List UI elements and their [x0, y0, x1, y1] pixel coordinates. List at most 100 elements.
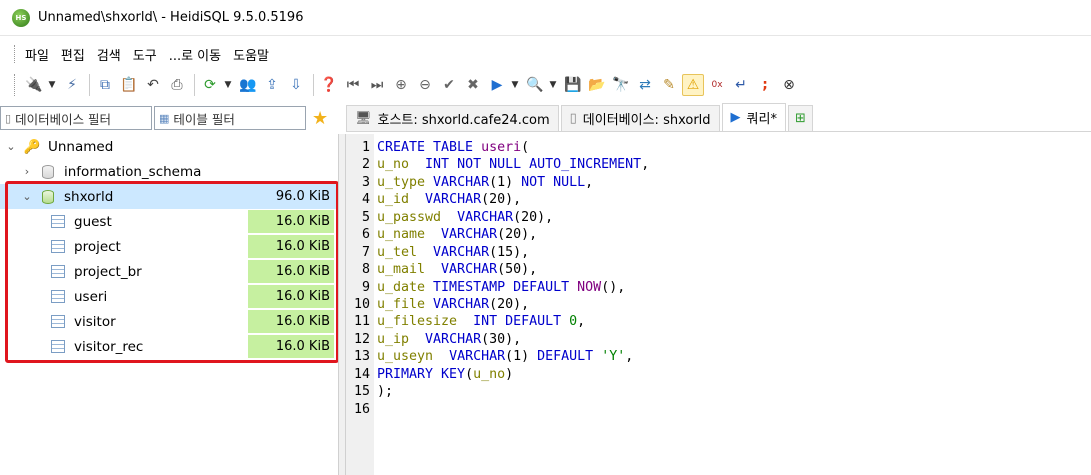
binoculars-icon[interactable]: 🔭 [610, 74, 632, 96]
remove-icon[interactable]: ⊖ [414, 74, 436, 96]
table-size: 16.0 KiB [248, 310, 334, 333]
tree-node-table[interactable]: guest 16.0 KiB [0, 209, 338, 234]
refresh-icon[interactable]: ⟳ [199, 74, 221, 96]
query-editor[interactable]: 1 CREATE TABLE useri(2 u_no INT NOT NULL A… [346, 134, 1091, 475]
tab-database[interactable]: ▯ 데이터베이스: shxorld [560, 105, 720, 131]
code-line[interactable]: 7 u_tel VARCHAR(15), [346, 244, 1091, 261]
tree-node-root[interactable]: ⌄ 🔑 Unnamed [0, 134, 338, 159]
code-token: u_filesize [377, 314, 474, 330]
connect-icon[interactable]: 🔌 [23, 74, 45, 96]
cancel-icon[interactable]: ✖ [462, 74, 484, 96]
stop-icon[interactable]: ⊗ [778, 74, 800, 96]
code-line[interactable]: 10 u_file VARCHAR(20), [346, 296, 1091, 313]
menu-bar: 파일 편집 검색 도구 ...로 이동 도움말 [0, 42, 1091, 66]
tree-node-shxorld[interactable]: ⌄ shxorld 96.0 KiB [0, 184, 338, 209]
code-token: ( [521, 140, 530, 155]
hex-icon[interactable]: 0x [706, 74, 728, 96]
database-filter-input[interactable]: ▯ 데이터베이스 필터 [0, 106, 152, 130]
explain-icon[interactable]: 🔍 [524, 74, 546, 96]
wrap-icon[interactable]: ↵ [730, 74, 752, 96]
user-manager-icon[interactable]: 👥 [237, 74, 259, 96]
check-icon[interactable]: ✔ [438, 74, 460, 96]
toolbar-grip[interactable] [14, 74, 17, 96]
code-token: u_ip [377, 331, 426, 347]
code-line[interactable]: 5 u_passwd VARCHAR(20), [346, 209, 1091, 226]
table-filter-input[interactable]: ▦ 테이블 필터 [154, 106, 306, 130]
code-line[interactable]: 16 [346, 401, 1091, 418]
tree-node-information-schema[interactable]: › information_schema [0, 159, 338, 184]
add-icon[interactable]: ⊕ [390, 74, 412, 96]
code-token: u_type [377, 174, 434, 190]
menu-tools[interactable]: 도구 [133, 45, 157, 64]
menu-file[interactable]: 파일 [25, 45, 49, 64]
tab-new-query[interactable]: ⊞ [787, 105, 813, 131]
code-line[interactable]: 9 u_date TIMESTAMP DEFAULT NOW(), [346, 279, 1091, 296]
favorite-star-icon[interactable]: ★ [312, 108, 328, 129]
import-icon[interactable]: ⇩ [285, 74, 307, 96]
line-number: 13 [353, 349, 370, 365]
menu-search[interactable]: 검색 [97, 45, 121, 64]
line-number: 11 [353, 314, 370, 330]
disconnect-icon[interactable]: ⚡ [61, 74, 83, 96]
explain-dropdown-icon[interactable]: ▼ [548, 80, 558, 90]
line-number: 9 [361, 279, 370, 295]
connect-dropdown-icon[interactable]: ▼ [47, 80, 57, 90]
format-icon[interactable]: ✎ [658, 74, 680, 96]
code-line[interactable]: 12 u_ip VARCHAR(30), [346, 331, 1091, 348]
code-token: (1) [505, 349, 538, 365]
run-dropdown-icon[interactable]: ▼ [510, 80, 520, 90]
code-text: u_ip VARCHAR(30), [372, 331, 521, 348]
panel-splitter[interactable] [338, 134, 346, 475]
code-line[interactable]: 15); [346, 383, 1091, 400]
first-icon[interactable]: ⏮ [342, 74, 364, 96]
code-line[interactable]: 1 CREATE TABLE useri( [346, 139, 1091, 156]
sql-code[interactable]: 1 CREATE TABLE useri(2 u_no INT NOT NULL A… [346, 139, 1091, 418]
code-text: ); [372, 383, 393, 400]
code-token: (20), [497, 227, 538, 243]
tab-query[interactable]: ▶ 쿼리* [721, 103, 786, 131]
code-line[interactable]: 3 u_type VARCHAR(1) NOT NULL, [346, 174, 1091, 191]
table-icon [50, 314, 66, 330]
last-icon[interactable]: ⏭ [366, 74, 388, 96]
load-icon[interactable]: 📂 [586, 74, 608, 96]
menu-goto[interactable]: ...로 이동 [169, 45, 221, 64]
code-line[interactable]: 11 u_filesize INT DEFAULT 0, [346, 313, 1091, 330]
menu-edit[interactable]: 편집 [61, 45, 85, 64]
database-icon [40, 164, 56, 180]
code-line[interactable]: 4 u_id VARCHAR(20), [346, 191, 1091, 208]
warning-icon[interactable]: ⚠ [682, 74, 704, 96]
chevron-down-icon[interactable]: ⌄ [20, 190, 34, 203]
code-token: ) [505, 366, 514, 382]
help-icon[interactable]: ❓ [318, 74, 340, 96]
code-line[interactable]: 6 u_name VARCHAR(20), [346, 226, 1091, 243]
code-line[interactable]: 14 PRIMARY KEY(u_no) [346, 366, 1091, 383]
chevron-right-icon[interactable]: › [20, 165, 34, 178]
save-icon[interactable]: 💾 [562, 74, 584, 96]
tree-node-table[interactable]: visitor 16.0 KiB [0, 309, 338, 334]
menu-help[interactable]: 도움말 [233, 45, 269, 64]
code-line[interactable]: 2 u_no INT NOT NULL AUTO_INCREMENT, [346, 156, 1091, 173]
print-icon[interactable]: ⎙ [166, 74, 188, 96]
tree-node-table[interactable]: project 16.0 KiB [0, 234, 338, 259]
paste-icon[interactable]: 📋 [118, 74, 140, 96]
semicolon-icon[interactable]: ; [754, 74, 776, 96]
tree-node-table[interactable]: project_br 16.0 KiB [0, 259, 338, 284]
code-text: u_file VARCHAR(20), [372, 296, 529, 313]
tree-node-table[interactable]: useri 16.0 KiB [0, 284, 338, 309]
database-icon: ▯ [5, 111, 12, 125]
chevron-down-icon[interactable]: ⌄ [4, 140, 18, 153]
line-number: 12 [353, 331, 370, 347]
refresh-dropdown-icon[interactable]: ▼ [223, 80, 233, 90]
menu-grip[interactable] [14, 45, 17, 63]
run-icon[interactable]: ▶ [486, 74, 508, 96]
copy-icon[interactable]: ⧉ [94, 74, 116, 96]
code-line[interactable]: 13 u_useyn VARCHAR(1) DEFAULT 'Y', [346, 348, 1091, 365]
code-line[interactable]: 8 u_mail VARCHAR(50), [346, 261, 1091, 278]
export-icon[interactable]: ⇪ [261, 74, 283, 96]
undo-icon[interactable]: ↶ [142, 74, 164, 96]
replace-icon[interactable]: ⇄ [634, 74, 656, 96]
heidisql-window: HS Unnamed\shxorld\ - HeidiSQL 9.5.0.519… [0, 0, 1091, 475]
tab-host[interactable]: 🖥 호스트: shxorld.cafe24.com [346, 105, 559, 131]
tree-node-table[interactable]: visitor_rec 16.0 KiB [0, 334, 338, 359]
heidisql-logo-icon: HS [12, 8, 30, 27]
